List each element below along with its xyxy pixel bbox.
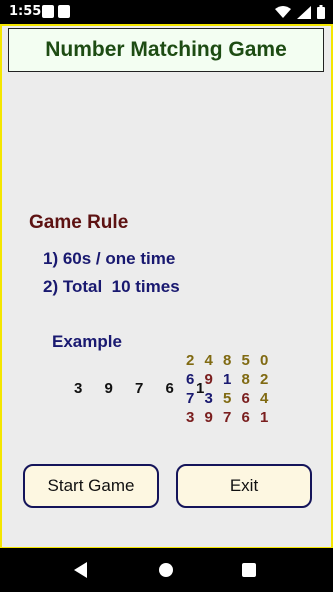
battery-icon — [317, 5, 325, 19]
status-bar: 1:55 — [0, 0, 333, 24]
exit-button[interactable]: Exit — [176, 464, 312, 508]
grid-row: 39761 — [186, 409, 279, 428]
grid-cell: 2 — [186, 352, 195, 369]
grid-cell: 7 — [223, 409, 232, 426]
grid-cell: 2 — [260, 371, 269, 388]
rule-title: Game Rule — [29, 212, 129, 233]
grid-cell: 1 — [223, 371, 232, 388]
notification-icon — [42, 5, 54, 18]
app-title: Number Matching Game — [8, 28, 324, 72]
status-time: 1:55 — [9, 4, 42, 19]
grid-cell: 5 — [241, 352, 250, 369]
grid-row: 73564 — [186, 390, 279, 409]
grid-cell: 9 — [204, 371, 213, 388]
grid-cell: 5 — [223, 390, 232, 407]
signal-icon — [297, 5, 311, 19]
app-frame: Number Matching Game Game Rule 1) 60s / … — [0, 24, 333, 549]
grid-cell: 3 — [186, 409, 195, 426]
example-grid: 24850 69182 73564 39761 — [186, 352, 279, 428]
rule-item: 1) 60s / one time — [43, 249, 176, 268]
status-left-icons — [42, 5, 70, 18]
grid-cell: 9 — [204, 409, 213, 426]
rule-item: 2) Total 10 times — [43, 277, 180, 296]
grid-cell: 4 — [204, 352, 213, 369]
grid-cell: 7 — [186, 390, 195, 407]
grid-cell: 1 — [260, 409, 269, 426]
grid-row: 69182 — [186, 371, 279, 390]
grid-cell: 8 — [223, 352, 232, 369]
grid-cell: 4 — [260, 390, 269, 407]
wifi-icon — [275, 5, 291, 18]
grid-cell: 6 — [186, 371, 195, 388]
grid-cell: 6 — [241, 390, 250, 407]
back-icon[interactable] — [74, 562, 87, 578]
recents-icon[interactable] — [242, 563, 256, 577]
start-game-button[interactable]: Start Game — [23, 464, 159, 508]
grid-cell: 0 — [260, 352, 269, 369]
status-right-icons — [275, 5, 325, 19]
photo-icon — [58, 5, 70, 18]
grid-cell: 8 — [241, 371, 250, 388]
home-icon[interactable] — [159, 563, 173, 577]
grid-cell: 6 — [241, 409, 250, 426]
grid-cell: 3 — [204, 390, 213, 407]
grid-row: 24850 — [186, 352, 279, 371]
navigation-bar — [0, 548, 333, 592]
example-label: Example — [52, 332, 122, 351]
